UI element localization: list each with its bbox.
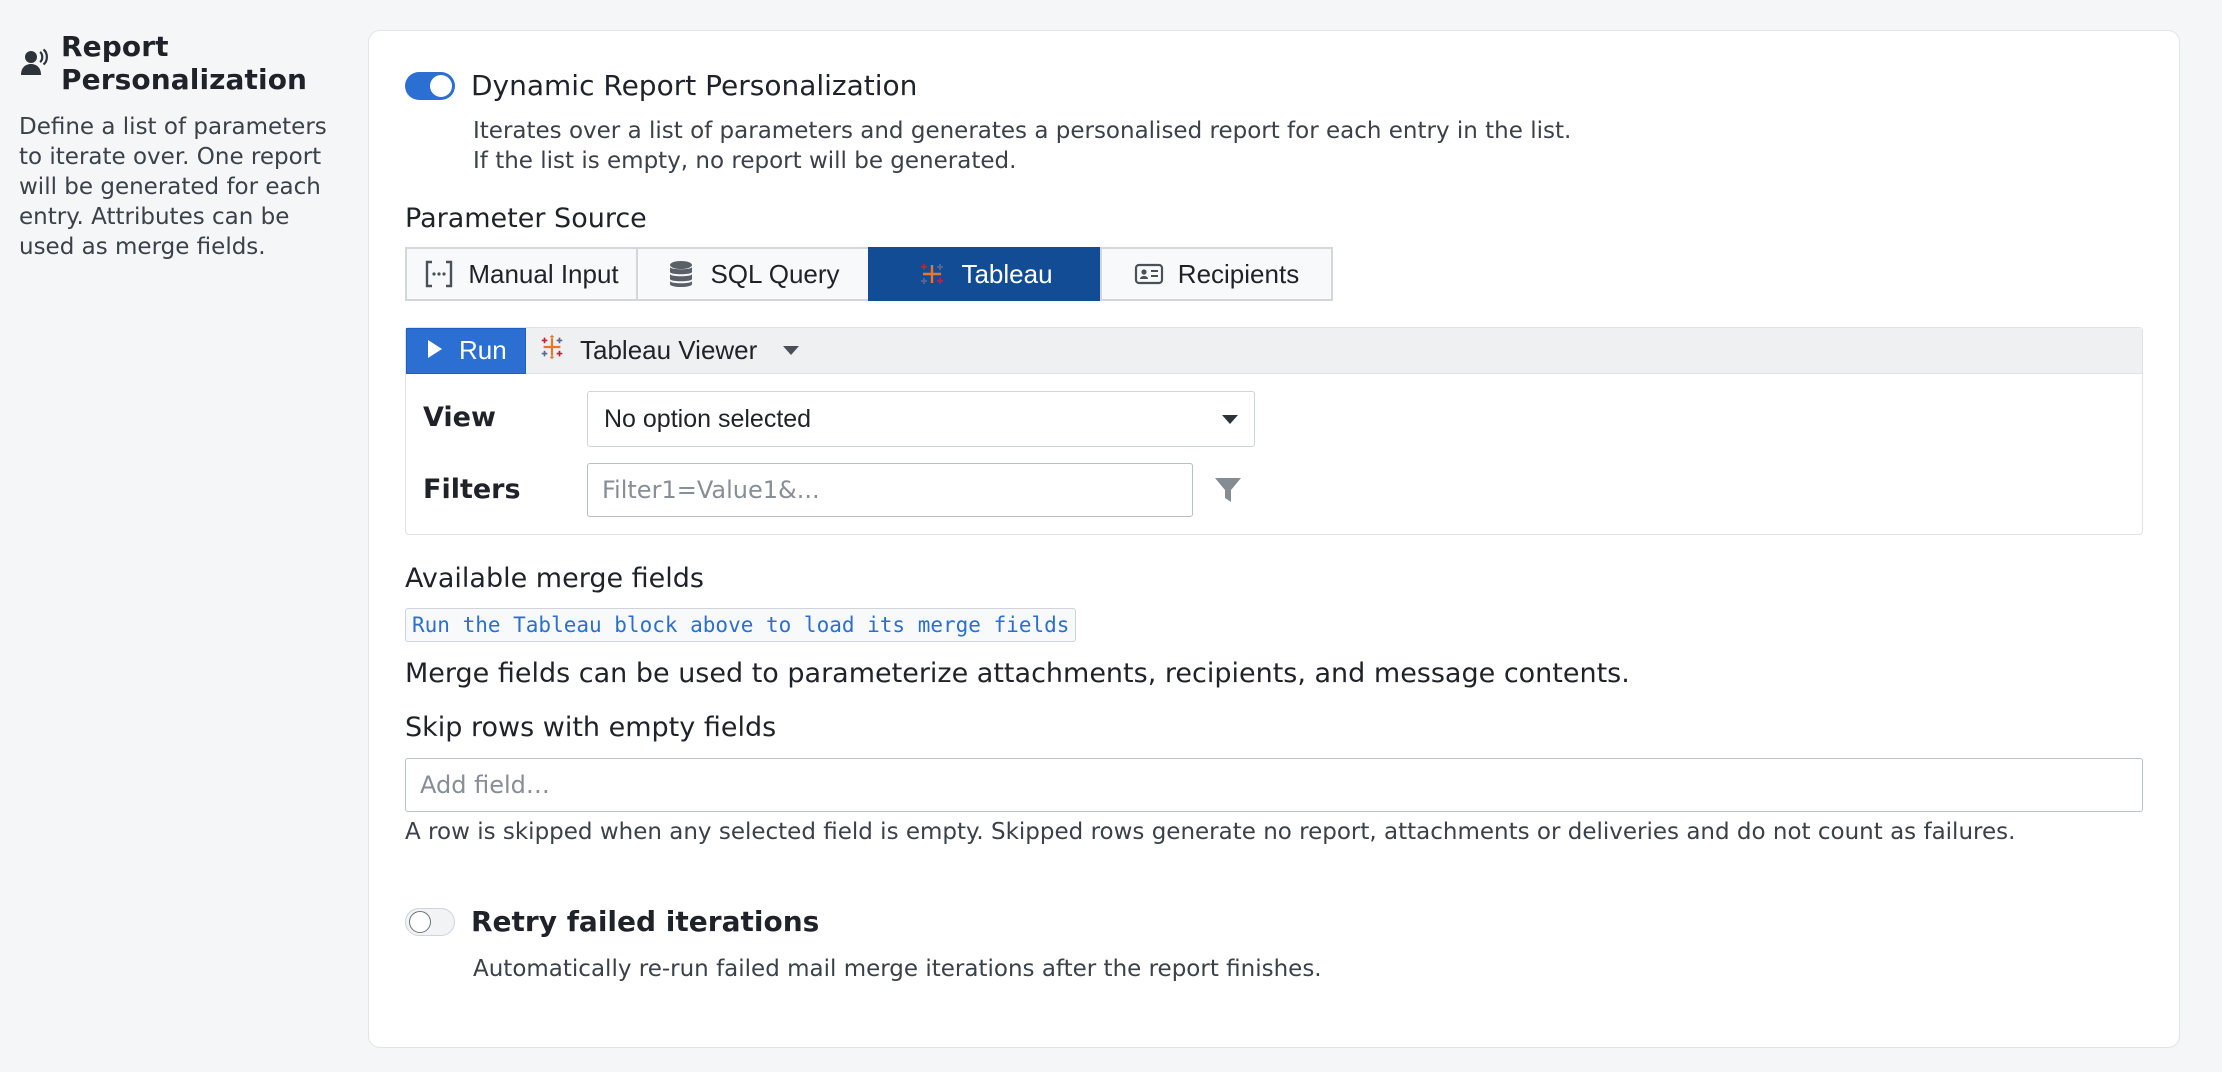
merge-fields-note: Merge fields can be used to parameterize… [405,658,1630,689]
dynamic-help-line2: If the list is empty, no report will be … [473,148,1017,174]
dynamic-personalization-row: Dynamic Report Personalization [405,69,917,102]
source-manual-input-button[interactable]: Manual Input [405,247,638,301]
skip-rows-label: Skip rows with empty fields [405,712,777,743]
filter-icon[interactable] [1214,476,1242,508]
tableau-block-toolbar: Run Tableau Viewer [406,327,2142,374]
tableau-viewer-dropdown[interactable]: Tableau Viewer [538,333,800,368]
merge-fields-hint: Run the Tableau block above to load its … [405,608,1077,642]
source-tableau-label: Tableau [961,258,1053,289]
section-sidebar: Report Personalization Define a list of … [19,30,359,262]
dynamic-personalization-label: Dynamic Report Personalization [471,69,918,102]
source-manual-input-label: Manual Input [468,258,619,289]
filters-label: Filters [423,474,521,505]
user-voice-icon [19,48,49,78]
brackets-icon [424,259,454,289]
view-select-value: No option selected [604,404,812,433]
source-tableau-button[interactable]: Tableau [868,247,1102,301]
tableau-icon [917,259,947,289]
section-title: Report Personalization [61,30,308,96]
run-button[interactable]: Run [406,327,526,374]
database-icon [666,259,696,289]
filters-input[interactable]: Filter1=Value1&... [587,463,1193,517]
play-icon [427,335,443,366]
tableau-viewer-label: Tableau Viewer [580,335,758,365]
chevron-down-icon [1222,414,1238,424]
run-button-label: Run [459,335,507,365]
retry-help: Automatically re-run failed mail merge i… [473,956,1322,982]
source-sql-query-label: SQL Query [710,258,840,289]
personalization-card: Dynamic Report Personalization Iterates … [368,30,2180,1048]
view-label: View [423,402,496,433]
source-recipients-label: Recipients [1177,258,1300,289]
view-select[interactable]: No option selected [587,391,1255,447]
skip-rows-field-input[interactable]: Add field… [405,758,2143,812]
parameter-source-selector: Manual Input SQL Query Tableau Recipient… [405,247,1333,301]
parameter-source-label: Parameter Source [405,203,647,234]
chevron-down-icon [783,346,800,355]
retry-row: Retry failed iterations [405,905,819,938]
section-description: Define a list of parameters to iterate o… [19,114,327,260]
source-recipients-button[interactable]: Recipients [1100,247,1333,301]
merge-fields-label: Available merge fields [405,563,704,594]
tableau-block: Run Tableau Viewer View No option select… [405,327,2143,535]
source-sql-query-button[interactable]: SQL Query [636,247,870,301]
section-header: Report Personalization [19,30,359,96]
retry-toggle[interactable] [405,907,455,936]
id-card-icon [1134,259,1164,289]
skip-rows-help: A row is skipped when any selected field… [405,819,2016,845]
dynamic-personalization-toggle[interactable] [405,71,455,100]
filters-placeholder: Filter1=Value1&... [602,476,820,504]
skip-rows-placeholder: Add field… [420,771,550,799]
retry-label: Retry failed iterations [471,905,820,938]
tableau-icon [538,333,566,368]
dynamic-help-line1: Iterates over a list of parameters and g… [473,118,1572,144]
